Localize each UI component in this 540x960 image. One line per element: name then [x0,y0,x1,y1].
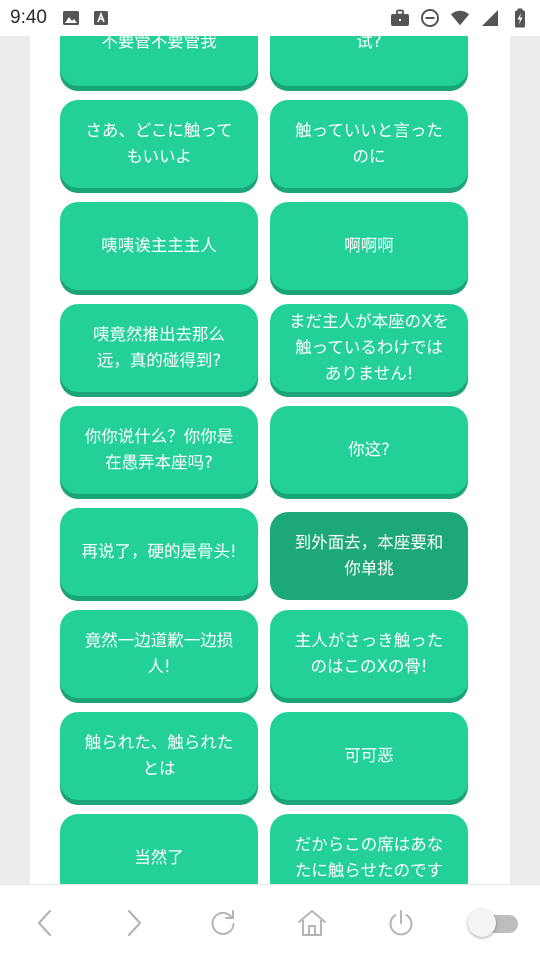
do-not-disturb-icon [420,8,440,28]
dialogue-button[interactable]: 可可恶 [270,712,468,800]
power-icon[interactable] [379,901,423,945]
reload-icon[interactable] [201,901,245,945]
dialogue-button[interactable]: 试? [270,36,468,86]
text-a-icon [91,8,111,28]
image-icon [61,8,81,28]
forward-icon[interactable] [112,901,156,945]
back-icon[interactable] [23,901,67,945]
dialogue-button[interactable]: 咦咦诶主主主人 [60,202,258,290]
dialogue-button[interactable]: 不要管不要管我 [60,36,258,86]
dialogue-button[interactable]: 主人がさっき触ったのはこのXの骨! [270,610,468,698]
dialogue-button[interactable]: 再说了，硬的是骨头! [60,508,258,596]
home-icon[interactable] [290,901,334,945]
dialogue-button-selected[interactable]: 到外面去，本座要和你单挑 [270,512,468,600]
dialogue-button[interactable]: 触られた、触られたとは [60,712,258,800]
toggle-switch[interactable] [467,908,518,937]
dialogue-button[interactable]: 咦竟然推出去那么远，真的碰得到? [60,304,258,392]
toggle-knob [467,908,496,937]
dialogue-button[interactable]: まだ主人が本座のXを触っているわけではありません! [270,304,468,392]
briefcase-icon [390,8,410,28]
status-time: 9:40 [10,7,47,28]
dialogue-card: 不要管不要管我 试? さあ、どこに触ってもいいよ 触っていいと言ったのに 咦咦诶主主主人… [30,36,510,884]
status-right-icons [390,8,530,28]
dialogue-button[interactable]: 触っていいと言ったのに [270,100,468,188]
battery-charging-icon [510,8,530,28]
dialogue-button[interactable]: だからこの席はあなたに触らせたのです [270,814,468,884]
dialogue-button[interactable]: 你这? [270,406,468,494]
dialogue-button[interactable]: 当然了 [60,814,258,884]
signal-icon [480,8,500,28]
status-bar: 9:40 [0,0,540,36]
dialogue-button[interactable]: さあ、どこに触ってもいいよ [60,100,258,188]
wifi-icon [450,8,470,28]
dialogue-button[interactable]: 啊啊啊 [270,202,468,290]
status-left-icons [61,8,111,28]
content-area[interactable]: 不要管不要管我 试? さあ、どこに触ってもいいよ 触っていいと言ったのに 咦咦诶主主主人… [0,36,540,884]
dialogue-button[interactable]: 你你说什么？你你是在愚弄本座吗? [60,406,258,494]
dialogue-button[interactable]: 竟然一边道歉一边损人! [60,610,258,698]
bottom-nav-bar [0,884,540,960]
